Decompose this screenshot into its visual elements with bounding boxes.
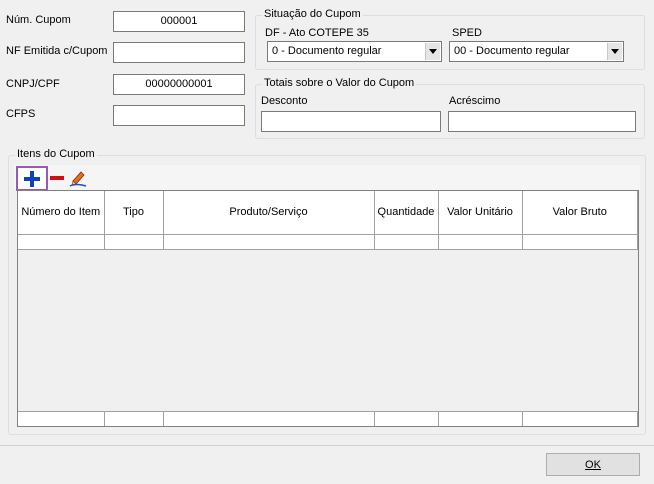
- situacao-title: Situação do Cupom: [262, 8, 363, 20]
- totais-title: Totais sobre o Valor do Cupom: [262, 77, 417, 89]
- footer-cell: [438, 411, 523, 426]
- cfps-label: CFPS: [6, 108, 36, 120]
- cell[interactable]: [438, 234, 523, 250]
- cell[interactable]: [374, 234, 439, 250]
- footer-cell: [18, 411, 105, 426]
- col-valor-unitario[interactable]: Valor Unitário: [438, 191, 523, 235]
- num-cupom-field[interactable]: 000001: [113, 11, 245, 32]
- totais-group: Totais sobre o Valor do Cupom Desconto A…: [255, 77, 645, 139]
- chevron-down-icon[interactable]: [607, 43, 622, 60]
- cnpj-cpf-label: CNPJ/CPF: [6, 78, 60, 90]
- df-label: DF - Ato COTEPE 35: [265, 27, 369, 39]
- acrescimo-label: Acréscimo: [449, 95, 501, 107]
- edit-item-button[interactable]: [68, 168, 88, 188]
- plus-icon: [24, 170, 40, 187]
- add-item-button[interactable]: [16, 166, 48, 191]
- itens-grid[interactable]: Número do Item Tipo Produto/Serviço Quan…: [17, 190, 639, 427]
- desconto-field[interactable]: [261, 111, 441, 132]
- table-row[interactable]: [18, 234, 638, 250]
- footer-cell: [163, 411, 375, 426]
- nf-emitida-label: NF Emitida c/Cupom: [6, 45, 108, 57]
- itens-toolbar: [14, 165, 640, 191]
- sped-select[interactable]: 00 - Documento regular: [449, 41, 624, 62]
- ok-button[interactable]: OK: [546, 453, 640, 476]
- cell[interactable]: [522, 234, 638, 250]
- df-select-value: 0 - Documento regular: [272, 45, 382, 57]
- cell[interactable]: [163, 234, 375, 250]
- cell[interactable]: [18, 234, 105, 250]
- sped-select-value: 00 - Documento regular: [454, 45, 570, 57]
- cfps-field[interactable]: [113, 105, 245, 126]
- footer-cell: [104, 411, 164, 426]
- minus-icon: [50, 176, 64, 180]
- nf-emitida-field[interactable]: [113, 42, 245, 63]
- col-tipo[interactable]: Tipo: [104, 191, 164, 235]
- chevron-down-icon[interactable]: [425, 43, 440, 60]
- bottom-divider: [0, 445, 654, 446]
- footer-cell: [522, 411, 638, 426]
- col-quantidade[interactable]: Quantidade: [374, 191, 439, 235]
- situacao-group: Situação do Cupom DF - Ato COTEPE 35 0 -…: [255, 8, 645, 70]
- col-produto-servico[interactable]: Produto/Serviço: [163, 191, 375, 235]
- col-valor-bruto[interactable]: Valor Bruto: [522, 191, 638, 235]
- sped-label: SPED: [452, 27, 482, 39]
- ok-button-label: OK: [585, 458, 601, 471]
- cell[interactable]: [104, 234, 164, 250]
- itens-title: Itens do Cupom: [15, 148, 97, 160]
- acrescimo-field[interactable]: [448, 111, 636, 132]
- col-numero-item[interactable]: Número do Item: [18, 191, 105, 235]
- cnpj-cpf-field[interactable]: 00000000001: [113, 74, 245, 95]
- remove-item-button[interactable]: [48, 171, 66, 185]
- df-select[interactable]: 0 - Documento regular: [267, 41, 442, 62]
- footer-cell: [374, 411, 439, 426]
- desconto-label: Desconto: [261, 95, 308, 107]
- grid-footer: [18, 411, 638, 426]
- num-cupom-label: Núm. Cupom: [6, 14, 71, 26]
- pencil-icon: [69, 171, 87, 187]
